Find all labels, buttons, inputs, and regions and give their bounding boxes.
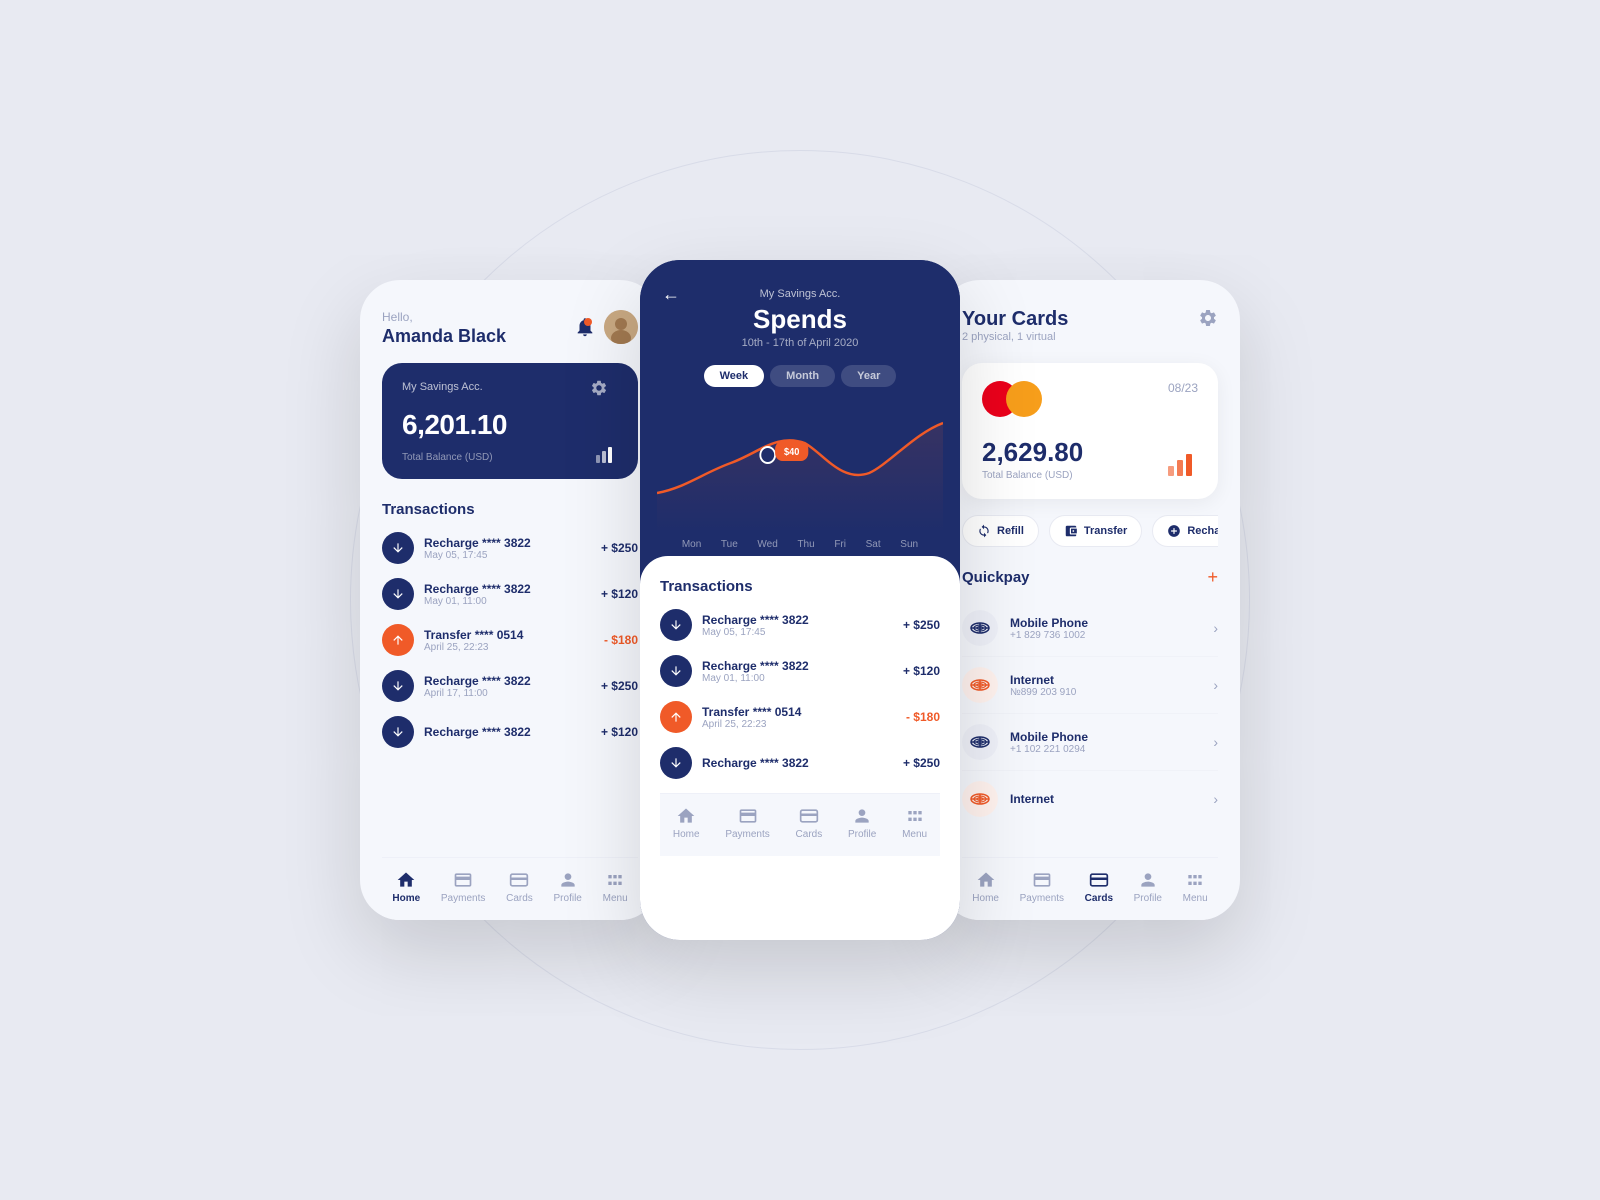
chevron-right-icon: › (1213, 677, 1218, 693)
nav-cards[interactable]: Cards (506, 870, 533, 904)
savings-card-label: My Savings Acc. (402, 381, 618, 393)
nav-payments-r[interactable]: Payments (1020, 870, 1064, 904)
nav-menu[interactable]: Menu (603, 870, 628, 904)
cards-subtitle: 2 physical, 1 virtual (962, 331, 1068, 343)
user-name: Amanda Black (382, 326, 506, 347)
nav-cards-r[interactable]: Cards (1085, 870, 1113, 904)
card-expiry: 08/23 (1168, 381, 1198, 395)
txn-icon-out (382, 624, 414, 656)
center-transactions-title: Transactions (660, 578, 940, 595)
nav-profile-r[interactable]: Profile (1134, 870, 1162, 904)
center-transactions-card: Transactions Recharge **** 3822 May 05, … (640, 556, 960, 940)
nav-home-r[interactable]: Home (972, 870, 999, 904)
txn-icon-in (660, 609, 692, 641)
savings-balance-info: Total Balance (USD) (402, 445, 618, 463)
table-row: Transfer **** 0514 April 25, 22:23 - $18… (382, 624, 638, 656)
savings-card: My Savings Acc. 6,201.10 Total Balance (… (382, 363, 638, 479)
list-item[interactable]: Mobile Phone +1 829 736 1002 › (962, 600, 1218, 657)
list-item[interactable]: Mobile Phone +1 102 221 0294 › (962, 714, 1218, 771)
table-row: Recharge **** 3822 May 01, 11:00 + $120 (660, 655, 940, 687)
txn-icon-in (382, 578, 414, 610)
nav-menu-r[interactable]: Menu (1183, 870, 1208, 904)
qp-icon-internet (962, 667, 998, 703)
tab-week[interactable]: Week (704, 365, 765, 387)
chevron-right-icon: › (1213, 791, 1218, 807)
savings-amount: 6,201.10 (402, 409, 618, 441)
bottom-nav-right: Home Payments Cards Profile Menu (962, 857, 1218, 920)
card-balance-amount: 2,629.80 (982, 437, 1198, 468)
action-buttons: Refill Transfer Recharge (962, 515, 1218, 547)
list-item[interactable]: Internet › (962, 771, 1218, 827)
table-row: Recharge **** 3822 + $120 (382, 716, 638, 748)
right-settings-icon[interactable] (1198, 308, 1218, 333)
phone-center: ← My Savings Acc. Spends 10th - 17th of … (640, 260, 960, 940)
txn-icon-out (660, 701, 692, 733)
chevron-right-icon: › (1213, 620, 1218, 636)
notification-bell[interactable] (574, 316, 596, 338)
txn-icon-in (382, 532, 414, 564)
nav-home[interactable]: Home (392, 870, 420, 904)
table-row: Recharge **** 3822 May 05, 17:45 + $250 (660, 609, 940, 641)
txn-icon-in (382, 670, 414, 702)
nav-cards-c[interactable]: Cards (796, 806, 823, 840)
right-header: Your Cards 2 physical, 1 virtual (962, 308, 1218, 359)
mini-chart-icon (1168, 452, 1198, 481)
recharge-button[interactable]: Recharge (1152, 515, 1218, 547)
phone-left: Hello, Amanda Black (360, 280, 660, 920)
list-item[interactable]: Internet №899 203 910 › (962, 657, 1218, 714)
center-header: ← My Savings Acc. (662, 288, 938, 300)
tab-year[interactable]: Year (841, 365, 896, 387)
card-settings-icon[interactable] (590, 379, 608, 402)
chevron-right-icon: › (1213, 734, 1218, 750)
center-date: 10th - 17th of April 2020 (662, 337, 938, 349)
greeting-text: Hello, (382, 310, 506, 324)
qp-icon-mobile2 (962, 724, 998, 760)
nav-payments-c[interactable]: Payments (725, 806, 769, 840)
quickpay-title: Quickpay (962, 569, 1030, 586)
bottom-nav-center: Home Payments Cards Profile (660, 793, 940, 856)
bottom-nav-left: Home Payments Cards Profile Menu (382, 857, 638, 920)
user-avatar (604, 310, 638, 344)
table-row: Transfer **** 0514 April 25, 22:23 - $18… (660, 701, 940, 733)
table-row: Recharge **** 3822 May 05, 17:45 + $250 (382, 532, 638, 564)
transactions-title: Transactions (382, 501, 638, 518)
txn-icon-in (660, 655, 692, 687)
center-title: Spends (662, 304, 938, 335)
quickpay-header: Quickpay + (962, 567, 1218, 588)
phones-container: Hello, Amanda Black (360, 260, 1240, 940)
transfer-button[interactable]: Transfer (1049, 515, 1142, 547)
your-cards-title: Your Cards (962, 308, 1068, 331)
qp-icon-mobile (962, 610, 998, 646)
table-row: Recharge **** 3822 + $250 (660, 747, 940, 779)
back-button[interactable]: ← (662, 284, 680, 305)
nav-menu-c[interactable]: Menu (902, 806, 927, 840)
nav-profile-c[interactable]: Profile (848, 806, 876, 840)
notification-dot (584, 318, 592, 326)
tab-month[interactable]: Month (770, 365, 835, 387)
card-balance-label: Total Balance (USD) (982, 470, 1198, 481)
transaction-list-left: Recharge **** 3822 May 05, 17:45 + $250 … (382, 532, 638, 857)
refill-button[interactable]: Refill (962, 515, 1039, 547)
txn-icon-in (382, 716, 414, 748)
svg-text:$40: $40 (784, 447, 799, 458)
spending-chart: $40 (657, 403, 943, 533)
nav-profile[interactable]: Profile (554, 870, 582, 904)
quickpay-add-button[interactable]: + (1207, 567, 1218, 588)
period-tabs: Week Month Year (662, 365, 938, 387)
phone-right: Your Cards 2 physical, 1 virtual 08/23 2… (940, 280, 1240, 920)
table-row: Recharge **** 3822 April 17, 11:00 + $25… (382, 670, 638, 702)
left-header: Hello, Amanda Black (382, 310, 638, 347)
header-icons (574, 310, 638, 344)
txn-icon-in (660, 747, 692, 779)
transaction-list-center: Recharge **** 3822 May 05, 17:45 + $250 … (660, 609, 940, 793)
bank-card-display: 08/23 2,629.80 Total Balance (USD) (962, 363, 1218, 499)
mastercard-logo (982, 381, 1198, 417)
nav-home-c[interactable]: Home (673, 806, 700, 840)
nav-payments[interactable]: Payments (441, 870, 485, 904)
qp-icon-internet2 (962, 781, 998, 817)
quickpay-list: Mobile Phone +1 829 736 1002 › (962, 600, 1218, 827)
days-row: Mon Tue Wed Thu Fri Sat Sun (662, 533, 938, 556)
table-row: Recharge **** 3822 May 01, 11:00 + $120 (382, 578, 638, 610)
center-acc-label: My Savings Acc. (760, 288, 841, 300)
